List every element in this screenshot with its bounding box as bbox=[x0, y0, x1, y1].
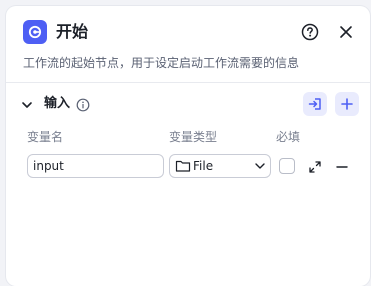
close-icon[interactable] bbox=[336, 22, 356, 42]
panel-header: 开始 工作流的起始节点，用于设定启动工作流需要的信息 bbox=[6, 6, 370, 83]
section-title: 输入 bbox=[44, 96, 71, 111]
required-checkbox[interactable] bbox=[279, 158, 295, 174]
chevron-down-icon bbox=[255, 163, 265, 169]
add-variable-button[interactable] bbox=[335, 92, 359, 116]
plus-icon bbox=[341, 98, 353, 110]
folder-icon bbox=[175, 160, 191, 172]
node-description: 工作流的起始节点，用于设定启动工作流需要的信息 bbox=[23, 56, 300, 70]
info-icon[interactable] bbox=[76, 97, 90, 112]
input-section-header: 输入 bbox=[6, 90, 370, 118]
expand-arrows-icon[interactable] bbox=[308, 159, 322, 173]
start-node-icon bbox=[23, 20, 47, 44]
column-header-type: 变量类型 bbox=[169, 130, 218, 144]
variable-type-label: File bbox=[193, 159, 214, 173]
help-circle-icon[interactable] bbox=[300, 22, 320, 42]
variable-type-select[interactable]: File bbox=[169, 154, 271, 178]
import-button[interactable] bbox=[303, 92, 327, 116]
start-node-panel: 开始 工作流的起始节点，用于设定启动工作流需要的信息 输入 变量名 变量类型 必… bbox=[6, 6, 370, 286]
page-title: 开始 bbox=[56, 22, 89, 41]
column-header-name: 变量名 bbox=[27, 130, 64, 144]
variable-name-input[interactable] bbox=[27, 154, 164, 178]
column-header-required: 必填 bbox=[276, 130, 301, 144]
variable-row: File bbox=[6, 154, 370, 182]
chevron-down-icon[interactable] bbox=[20, 97, 34, 111]
import-icon bbox=[308, 98, 321, 110]
minus-icon[interactable] bbox=[335, 159, 349, 173]
